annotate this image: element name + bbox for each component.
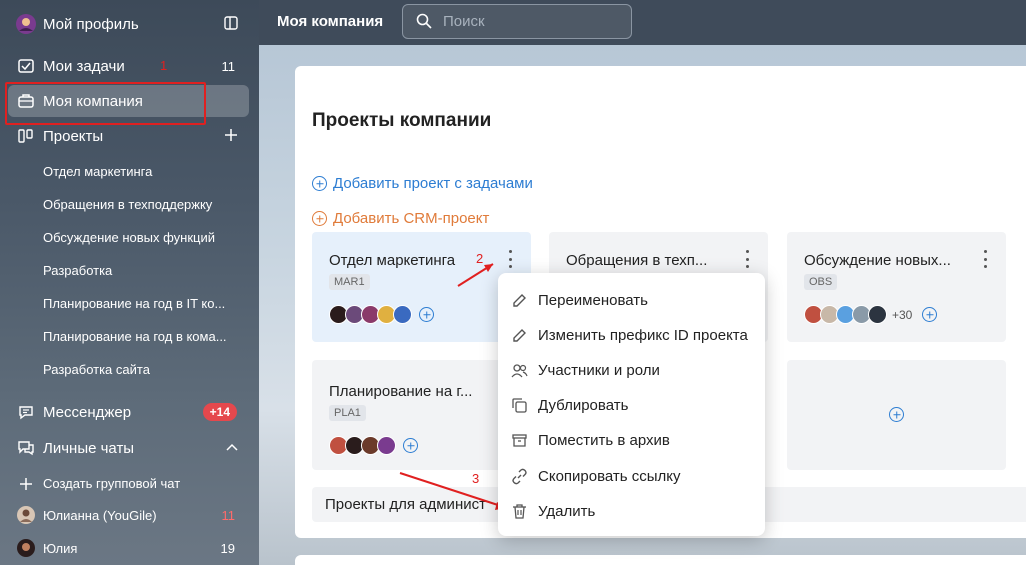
link-icon: [511, 468, 528, 485]
menu-item-duplicate[interactable]: Дублировать: [498, 388, 765, 422]
menu-item-delete[interactable]: Удалить: [498, 494, 765, 528]
trash-icon: [511, 503, 528, 520]
archive-icon: [511, 432, 528, 449]
menu-item-rename[interactable]: Переименовать: [498, 283, 765, 317]
menu-item-members[interactable]: Участники и роли: [498, 353, 765, 387]
menu-item-label: Поместить в архив: [538, 431, 670, 449]
menu-item-label: Удалить: [538, 502, 596, 520]
users-icon: [511, 362, 528, 379]
menu-item-label: Дублировать: [538, 396, 629, 414]
pencil-icon: [511, 292, 528, 309]
menu-item-label: Участники и роли: [538, 361, 660, 379]
annotation-2: 2: [476, 251, 484, 266]
copy-icon: [511, 397, 528, 414]
context-menu: Переименовать Изменить префикс ID проект…: [498, 273, 765, 536]
menu-item-label: Скопировать ссылку: [538, 467, 681, 485]
menu-item-copy-link[interactable]: Скопировать ссылку: [498, 459, 765, 493]
menu-item-label: Переименовать: [538, 291, 648, 309]
menu-item-label: Изменить префикс ID проекта: [538, 326, 748, 344]
menu-item-change-prefix[interactable]: Изменить префикс ID проекта: [498, 318, 765, 352]
annotation-3: 3: [472, 471, 480, 486]
menu-item-archive[interactable]: Поместить в архив: [498, 423, 765, 457]
pencil-icon: [511, 327, 528, 344]
